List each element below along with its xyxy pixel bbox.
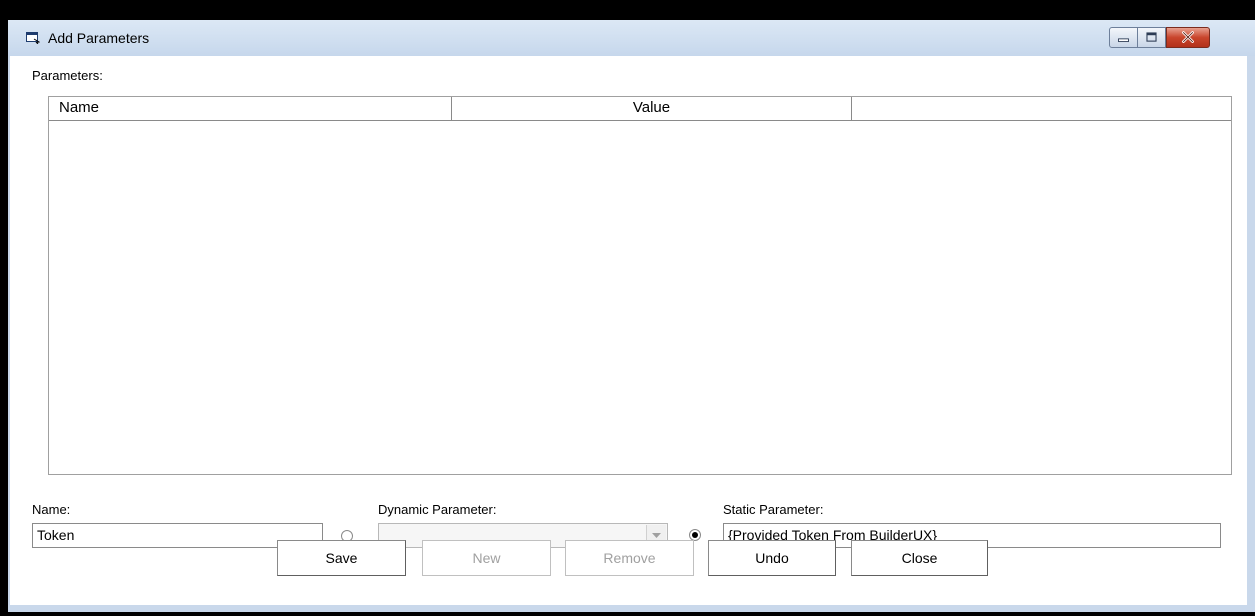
add-parameters-window: Add Parameters Parameters: Name Value Na… bbox=[8, 20, 1255, 612]
column-header-extra[interactable] bbox=[852, 97, 1231, 121]
maximize-icon bbox=[1146, 32, 1157, 42]
column-header-value[interactable]: Value bbox=[452, 97, 852, 121]
window-client-area: Parameters: Name Value Name: Token Dynam… bbox=[10, 56, 1247, 605]
parameters-label: Parameters: bbox=[32, 68, 103, 83]
remove-button[interactable]: Remove bbox=[565, 540, 694, 576]
close-button[interactable]: Close bbox=[851, 540, 988, 576]
radio-selected-dot bbox=[692, 532, 698, 538]
window-app-icon bbox=[26, 31, 41, 45]
title-bar[interactable]: Add Parameters bbox=[8, 20, 1255, 56]
close-window-button[interactable] bbox=[1166, 27, 1210, 48]
dynamic-parameter-label: Dynamic Parameter: bbox=[378, 502, 497, 517]
static-parameter-label: Static Parameter: bbox=[723, 502, 824, 517]
undo-button[interactable]: Undo bbox=[708, 540, 836, 576]
name-label: Name: bbox=[32, 502, 71, 517]
minimize-icon bbox=[1118, 38, 1129, 43]
parameters-grid[interactable]: Name Value bbox=[48, 96, 1232, 475]
close-icon bbox=[1182, 31, 1194, 43]
minimize-button[interactable] bbox=[1109, 27, 1138, 48]
window-title: Add Parameters bbox=[48, 30, 150, 46]
chevron-down-icon bbox=[652, 533, 661, 538]
new-button[interactable]: New bbox=[422, 540, 551, 576]
maximize-button[interactable] bbox=[1137, 27, 1166, 48]
save-button[interactable]: Save bbox=[277, 540, 406, 576]
column-header-name[interactable]: Name bbox=[49, 97, 452, 121]
